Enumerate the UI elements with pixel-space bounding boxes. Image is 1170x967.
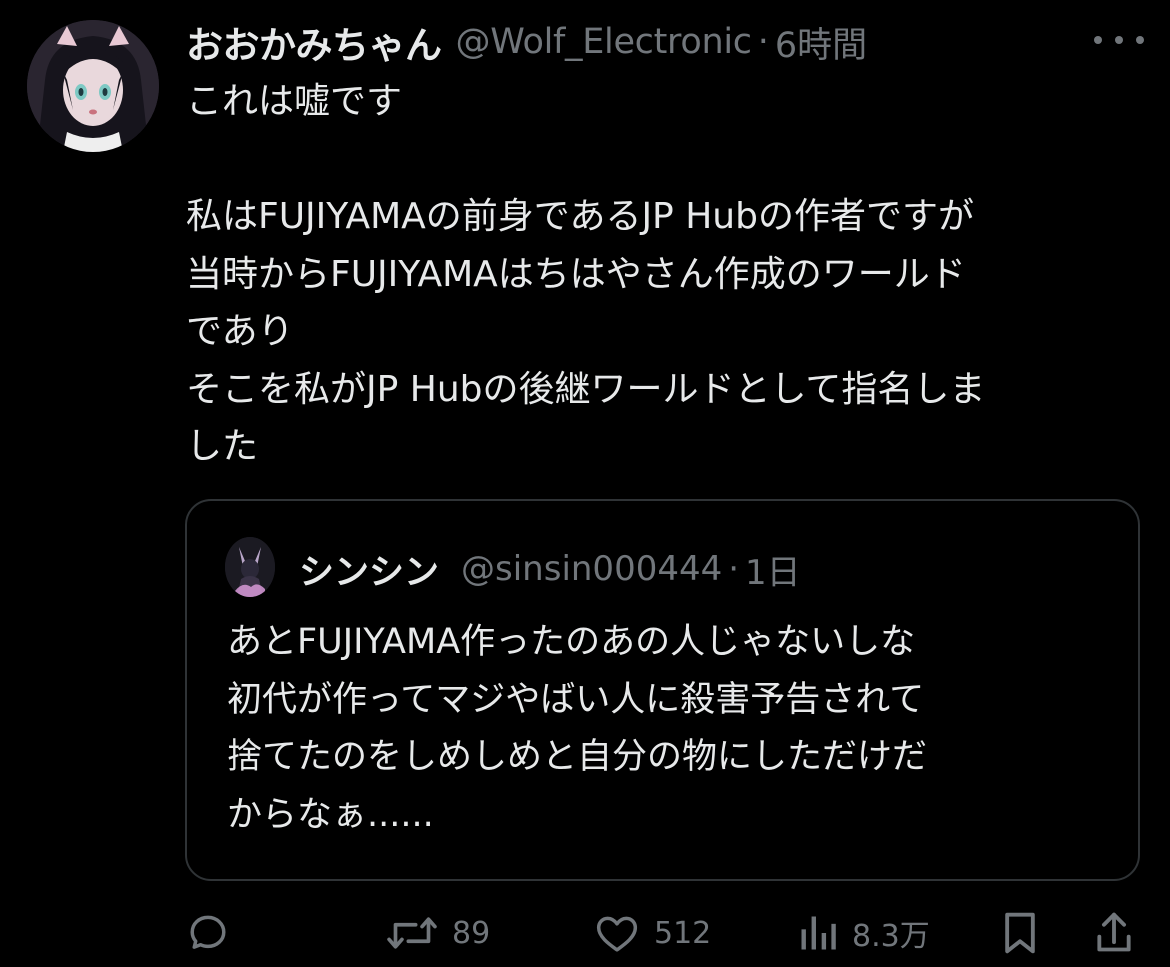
more-dot bbox=[1136, 36, 1144, 44]
share-button[interactable] bbox=[1092, 905, 1136, 961]
quoted-post-timestamp[interactable]: 1日 bbox=[745, 545, 801, 594]
reply-button[interactable] bbox=[186, 905, 230, 961]
post-text-line: そこを私がJP Hubの後継ワールドとして指名しま bbox=[186, 368, 986, 410]
quoted-text-line: からなぁ...... bbox=[227, 794, 434, 835]
bookmark-icon bbox=[1005, 912, 1035, 954]
heart-icon bbox=[596, 916, 638, 952]
views-icon bbox=[801, 916, 836, 950]
quoted-display-name[interactable]: シンシン bbox=[299, 544, 439, 595]
post-text-line: であり bbox=[186, 311, 294, 352]
separator-dot: · bbox=[757, 22, 769, 62]
more-dot bbox=[1094, 36, 1102, 44]
separator-dot: · bbox=[728, 549, 740, 589]
quoted-text-line: 初代が作ってマジやばい人に殺害予告されて bbox=[227, 679, 925, 720]
quoted-post-header: シンシン @sinsin000444 · 1日 bbox=[299, 541, 801, 597]
quoted-text-line: 捨てたのをしめしめと自分の物にしただけだ bbox=[227, 737, 928, 777]
reply-icon bbox=[190, 915, 226, 949]
bookmark-button[interactable] bbox=[998, 905, 1042, 961]
user-handle[interactable]: @Wolf_Electronic bbox=[456, 22, 753, 62]
retweet-count: 89 bbox=[452, 915, 491, 951]
action-bar: 89 512 8.3万 bbox=[186, 905, 1146, 961]
avatar[interactable] bbox=[27, 20, 159, 152]
avatar-image bbox=[27, 20, 159, 152]
post-header: おおかみちゃん @Wolf_Electronic · 6時間 bbox=[186, 14, 867, 70]
retweet-button[interactable]: 89 bbox=[384, 905, 490, 961]
quoted-user-handle[interactable]: @sinsin000444 bbox=[461, 549, 722, 589]
quoted-text-line: あとFUJIYAMA作ったのあの人じゃないしな bbox=[227, 622, 916, 662]
more-options-icon[interactable] bbox=[1094, 28, 1144, 52]
quoted-avatar[interactable] bbox=[225, 537, 275, 597]
post-text-line: した bbox=[186, 426, 259, 467]
more-dot bbox=[1115, 36, 1123, 44]
quoted-post[interactable]: シンシン @sinsin000444 · 1日 あとFUJIYAMA作ったのあの… bbox=[185, 499, 1140, 881]
post-timestamp[interactable]: 6時間 bbox=[775, 17, 867, 68]
retweet-icon bbox=[387, 917, 437, 949]
quoted-avatar-image bbox=[225, 537, 275, 597]
post-text-line bbox=[186, 131, 1146, 189]
views-count: 8.3万 bbox=[852, 919, 930, 954]
quoted-post-text: あとFUJIYAMA作ったのあの人じゃないしな 初代が作ってマジやばい人に殺害予… bbox=[227, 614, 1127, 844]
post-text-line: 私はFUJIYAMAの前身であるJP Hubの作者ですが bbox=[186, 196, 974, 237]
post[interactable]: おおかみちゃん @Wolf_Electronic · 6時間 これは嘘です 私は… bbox=[0, 0, 1170, 967]
post-text-line: 当時からFUJIYAMAはちはやさん作成のワールド bbox=[186, 253, 966, 295]
like-button[interactable]: 512 bbox=[592, 905, 711, 961]
post-text: これは嘘です 私はFUJIYAMAの前身であるJP Hubの作者ですが 当時から… bbox=[186, 73, 1146, 476]
like-count: 512 bbox=[654, 915, 712, 951]
views-button[interactable]: 8.3万 bbox=[796, 905, 930, 961]
share-icon bbox=[1097, 912, 1131, 952]
post-text-line: これは嘘です bbox=[186, 81, 403, 122]
display-name[interactable]: おおかみちゃん bbox=[186, 15, 442, 69]
